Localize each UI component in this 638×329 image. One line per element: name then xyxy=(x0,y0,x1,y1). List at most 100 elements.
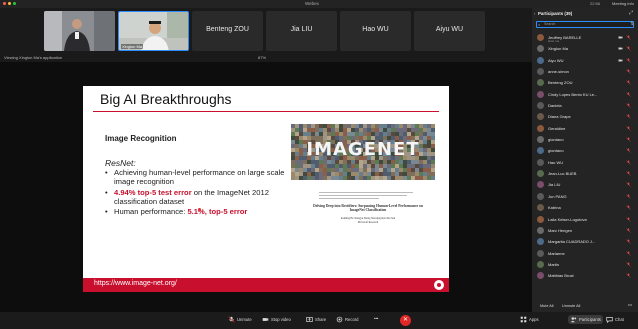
stop-video-button[interactable]: Stop video xyxy=(262,316,291,323)
participant-row[interactable]: Jeuffrey BARELLE Host, me xyxy=(532,32,638,43)
video-tile-2[interactable]: Xinglun Ma xyxy=(118,11,189,51)
video-tile-3[interactable]: Benteng ZOU xyxy=(192,11,263,51)
video-tile-4[interactable]: Jia LIU xyxy=(266,11,337,51)
title-divider xyxy=(93,111,439,112)
apps-button[interactable]: Apps xyxy=(520,316,539,323)
participant-row[interactable]: giordano xyxy=(532,145,638,156)
participant-row[interactable]: Geraldine xyxy=(532,123,638,134)
record-button[interactable]: Record xyxy=(336,316,359,323)
zoom-level[interactable]: 87% xyxy=(258,55,266,60)
mute-all-button[interactable]: Mute All xyxy=(540,304,554,308)
video-tile-6[interactable]: Aiyu WU xyxy=(414,11,485,51)
participant-row[interactable]: Hao WU xyxy=(532,157,638,168)
camera-icon xyxy=(618,59,623,62)
more-options-button[interactable]: ••• xyxy=(374,316,378,321)
share-button[interactable]: Share xyxy=(306,316,326,323)
avatar xyxy=(537,136,544,144)
apps-icon xyxy=(520,316,527,323)
avatar xyxy=(537,124,544,132)
more-icon[interactable]: ••• xyxy=(628,303,632,307)
unmute-all-button[interactable]: Unmute All xyxy=(562,304,580,308)
camera-icon xyxy=(618,47,623,50)
meeting-toolbar: Unmute Stop video Share Record ••• ✕ App… xyxy=(0,312,638,329)
microphone-muted-icon xyxy=(626,114,631,120)
avatar xyxy=(537,147,544,155)
model-name: ResNet: xyxy=(105,158,136,168)
avatar xyxy=(537,90,544,98)
participant-row[interactable]: Cindy Lopes Bento KU Le... xyxy=(532,89,638,100)
participant-name: Xinglun Ma xyxy=(548,46,569,52)
unmute-button[interactable]: Unmute xyxy=(228,316,252,323)
presentation-slide: Big AI Breakthroughs Image Recognition R… xyxy=(83,86,449,292)
microphone-muted-icon xyxy=(626,262,631,267)
participant-row[interactable]: Matthias Brust xyxy=(532,270,638,281)
participant-name: Jean-Luc BUEB xyxy=(548,171,577,177)
participant-row[interactable]: Daniela xyxy=(532,100,638,111)
slide-footer: https://www.image-net.org/ xyxy=(83,278,449,292)
share-info-bar: Viewing Xinglun Ma's application 87% xyxy=(0,54,532,62)
participant-row[interactable]: Laila Keiser-Logutova xyxy=(532,214,638,225)
participant-row[interactable]: anne-simon xyxy=(532,66,638,77)
video-tile-1[interactable] xyxy=(44,11,115,51)
participant-name: Hao WU xyxy=(362,26,389,33)
participant-row[interactable]: giordano xyxy=(532,134,638,145)
microphone-muted-icon xyxy=(626,171,631,176)
sort-icon[interactable]: ⇅ xyxy=(630,21,634,27)
participant-row[interactable]: Xinglun Ma xyxy=(532,43,638,54)
participant-row[interactable]: Martin xyxy=(532,259,638,270)
microphone-muted-icon xyxy=(228,316,235,323)
search-icon: ⌕ xyxy=(538,22,541,27)
leave-meeting-button[interactable]: ✕ xyxy=(400,315,411,326)
microphone-muted-icon xyxy=(626,58,631,63)
participant-name: Aiyu WU xyxy=(548,57,564,63)
video-tile-5[interactable]: Hao WU xyxy=(340,11,411,51)
participant-search-input[interactable]: ⌕ Search xyxy=(536,21,634,28)
avatar xyxy=(537,226,544,234)
participant-row[interactable]: Jia LIU xyxy=(532,179,638,190)
participants-panel: › Participants (39) ⤢ ⌕ Search ⇅ Jeuffre… xyxy=(532,8,638,312)
participant-name: Jia LIU xyxy=(548,182,561,188)
participant-name: Geraldine xyxy=(548,125,566,131)
minimize-window-icon[interactable] xyxy=(8,2,11,5)
window-controls[interactable] xyxy=(3,2,16,5)
meeting-info-button[interactable]: Meeting info xyxy=(612,1,634,6)
popout-icon[interactable]: ⤢ xyxy=(629,10,633,16)
participant-name: Benteng ZOU xyxy=(548,80,573,86)
participant-name: Daniela xyxy=(548,103,562,109)
participant-row[interactable]: Marianne xyxy=(532,248,638,259)
chat-button[interactable]: Chat xyxy=(606,316,624,323)
participants-button[interactable]: Participants xyxy=(568,315,603,324)
avatar xyxy=(537,170,544,178)
microphone-muted-icon xyxy=(626,137,631,142)
avatar xyxy=(537,68,544,76)
participant-name: Cindy Lopes Bento KU Le... xyxy=(548,91,598,97)
avatar xyxy=(537,272,544,280)
avatar xyxy=(537,34,544,41)
close-window-icon[interactable] xyxy=(3,2,6,5)
participant-row[interactable]: Margarita CUADRADO J... xyxy=(532,236,638,247)
microphone-muted-icon xyxy=(626,273,631,278)
avatar xyxy=(537,238,544,246)
participant-row[interactable]: Marc Hengen xyxy=(532,225,638,236)
participant-row[interactable]: Benteng ZOU xyxy=(532,77,638,88)
participant-row[interactable]: Jun PANG xyxy=(532,191,638,202)
collapse-icon[interactable]: › xyxy=(534,11,535,16)
bullet-item: 4.94% top-5 test error on the ImageNet 2… xyxy=(105,188,295,207)
participant-name: Martin xyxy=(548,261,560,267)
participant-name: Diana Grape xyxy=(548,114,571,120)
participant-row[interactable]: Diana Grape xyxy=(532,111,638,122)
participant-name: Aiyu WU xyxy=(435,26,464,33)
participant-name: Jia LIU xyxy=(290,26,313,33)
imagenet-logo: IMAGENET xyxy=(306,139,420,160)
participant-row[interactable]: Katrina xyxy=(532,202,638,213)
imagenet-mosaic-image: IMAGENET xyxy=(291,124,435,180)
footer-url: https://www.image-net.org/ xyxy=(94,280,177,287)
maximize-window-icon[interactable] xyxy=(13,2,16,5)
avatar xyxy=(537,181,544,189)
microphone-muted-icon xyxy=(626,103,631,108)
avatar xyxy=(537,249,544,257)
avatar xyxy=(537,192,544,200)
participant-row[interactable]: Jean-Luc BUEB xyxy=(532,168,638,179)
participant-row[interactable]: Aiyu WU xyxy=(532,55,638,66)
avatar xyxy=(537,56,544,64)
